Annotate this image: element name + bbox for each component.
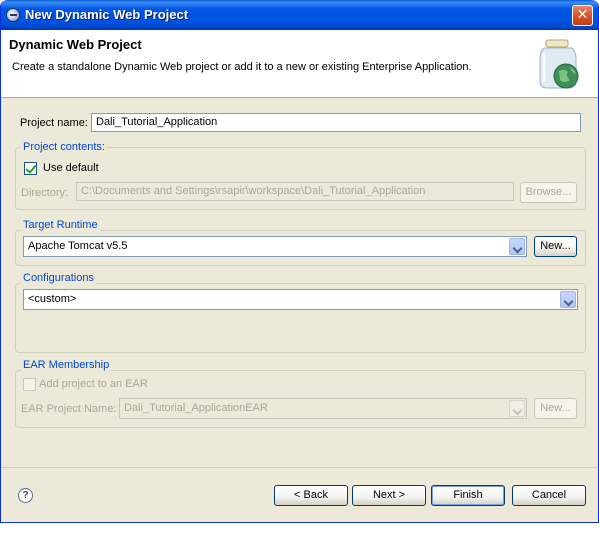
project-contents-label: Project contents:	[21, 141, 107, 153]
target-runtime-select[interactable]: Apache Tomcat v5.5	[23, 236, 527, 257]
target-runtime-value: Apache Tomcat v5.5	[28, 240, 128, 252]
chevron-down-icon[interactable]	[560, 291, 576, 308]
close-button[interactable]: ✕	[572, 5, 593, 26]
window-title: New Dynamic Web Project	[25, 7, 189, 22]
web-project-jar-icon	[539, 39, 579, 89]
page-description: Create a standalone Dynamic Web project …	[12, 61, 472, 73]
eclipse-icon	[6, 8, 20, 22]
use-default-checkbox[interactable]	[24, 162, 37, 175]
configurations-value: <custom>	[28, 293, 77, 305]
wizard-header: Dynamic Web Project Create a standalone …	[1, 30, 598, 98]
title-bar[interactable]: New Dynamic Web Project ✕	[1, 0, 598, 30]
cancel-button[interactable]: Cancel	[512, 485, 586, 506]
add-to-ear-label: Add project to an EAR	[39, 378, 148, 390]
browse-button: Browse...	[520, 182, 577, 203]
configurations-select[interactable]: <custom>	[23, 289, 578, 310]
configurations-label: Configurations	[21, 272, 96, 284]
new-ear-button: New...	[534, 398, 577, 419]
directory-label: Directory:	[21, 187, 69, 199]
help-icon[interactable]: ?	[18, 488, 33, 503]
project-name-input[interactable]: Dali_Tutorial_Application	[91, 113, 581, 132]
project-name-label: Project name:	[20, 117, 88, 129]
use-default-label[interactable]: Use default	[43, 162, 99, 174]
next-button[interactable]: Next >	[352, 485, 426, 506]
finish-button[interactable]: Finish	[431, 485, 505, 506]
add-to-ear-checkbox	[23, 378, 36, 391]
chevron-down-icon	[509, 400, 525, 417]
ear-project-select: Dali_Tutorial_ApplicationEAR	[119, 398, 527, 419]
ear-membership-label: EAR Membership	[21, 359, 112, 371]
footer-separator	[1, 467, 598, 468]
target-runtime-label: Target Runtime	[21, 219, 100, 231]
ear-project-value: Dali_Tutorial_ApplicationEAR	[124, 402, 268, 414]
new-runtime-button[interactable]: New...	[534, 236, 577, 257]
dialog-window: New Dynamic Web Project ✕ Dynamic Web Pr…	[0, 0, 599, 523]
chevron-down-icon[interactable]	[509, 238, 525, 255]
back-button[interactable]: < Back	[274, 485, 348, 506]
page-title: Dynamic Web Project	[9, 37, 142, 52]
directory-input: C:\Documents and Settings\rsapir\workspa…	[76, 182, 514, 201]
ear-project-name-label: EAR Project Name:	[21, 403, 117, 415]
